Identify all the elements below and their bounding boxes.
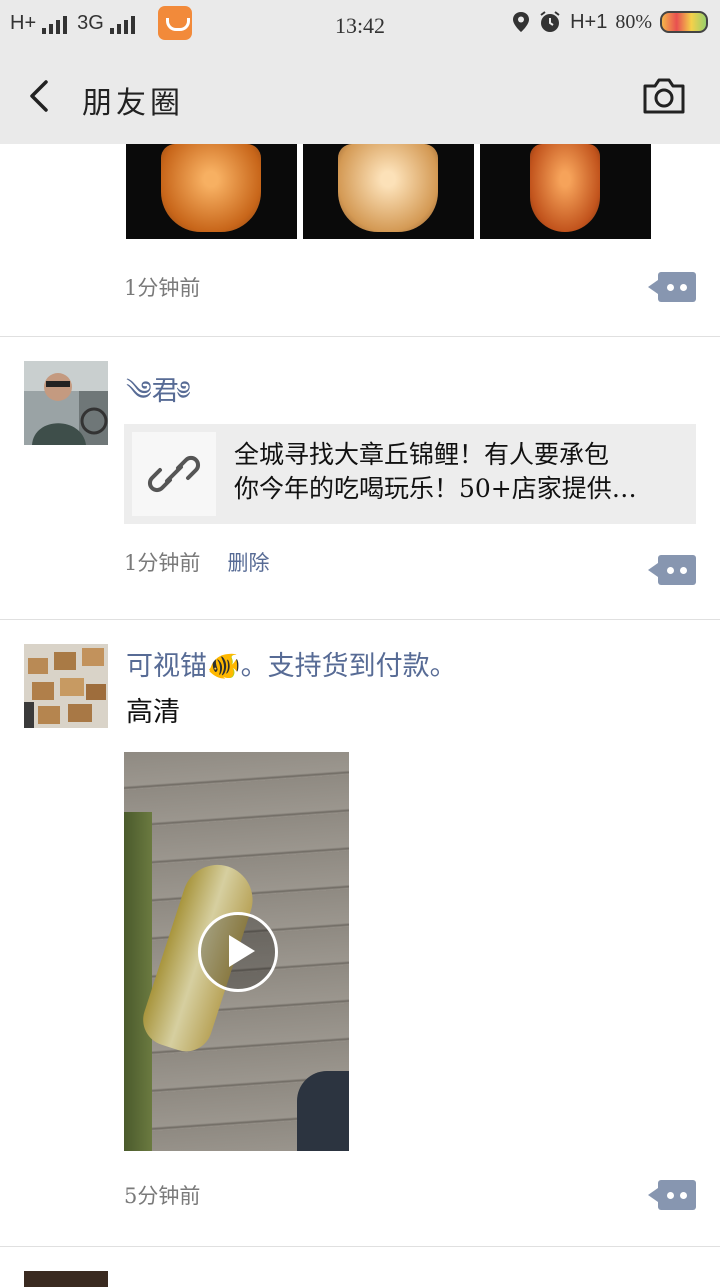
moments-feed[interactable]: 1分钟前 ༄君༅ 全城寻找大章丘锦鲤！有人要承包 你今年的吃喝玩乐！50+店家提… (0, 144, 720, 1287)
video-thumbnail[interactable] (124, 752, 349, 1151)
link-thumbnail (132, 432, 216, 516)
battery-percent: 80% (615, 10, 652, 33)
avatar[interactable] (24, 644, 108, 728)
avatar[interactable] (24, 361, 108, 445)
comment-dots-icon[interactable] (648, 555, 696, 585)
user-name[interactable]: 可视锚🐠。支持货到付款。 (126, 644, 457, 683)
status-bar: H+ 3G 13:42 H+1 80% (0, 0, 720, 50)
back-chevron-left-icon[interactable] (24, 78, 60, 114)
location-icon (513, 12, 530, 32)
moment-post: 可视锚🐠。支持货到付款。 高清 5分钟前 (0, 620, 720, 1247)
moment-post: ༄君༅ 全城寻找大章丘锦鲤！有人要承包 你今年的吃喝玩乐！50+店家提供… 1分… (0, 337, 720, 620)
nav-bar: 朋友圈 (0, 50, 720, 144)
post-meta: 1分钟前 (124, 272, 200, 302)
moment-post (0, 1247, 720, 1287)
post-meta: 5分钟前 (124, 1180, 200, 1210)
comment-dots-icon[interactable] (648, 272, 696, 302)
play-icon[interactable] (198, 912, 278, 992)
link-title: 全城寻找大章丘锦鲤！有人要承包 你今年的吃喝玩乐！50+店家提供… (234, 438, 684, 506)
link-icon (147, 455, 201, 493)
alarm-icon (540, 11, 560, 32)
post-image[interactable] (480, 144, 651, 239)
post-time: 1分钟前 (124, 276, 201, 300)
post-time: 1分钟前 (124, 551, 201, 575)
post-meta: 1分钟前 删除 (124, 547, 269, 577)
avatar[interactable] (24, 1271, 108, 1287)
camera-icon[interactable] (642, 76, 686, 116)
link-card[interactable]: 全城寻找大章丘锦鲤！有人要承包 你今年的吃喝玩乐！50+店家提供… (124, 424, 696, 524)
status-icons: H+1 80% (512, 10, 708, 34)
link-title-line-1: 全城寻找大章丘锦鲤！有人要承包 (234, 440, 610, 469)
link-title-line-2: 你今年的吃喝玩乐！50+店家提供… (234, 474, 637, 503)
moment-post: 1分钟前 (0, 144, 720, 337)
delete-link[interactable]: 删除 (227, 551, 269, 575)
comment-dots-icon[interactable] (648, 1180, 696, 1210)
post-time: 5分钟前 (124, 1184, 201, 1208)
post-image[interactable] (126, 144, 297, 239)
post-text: 高清 (126, 697, 180, 728)
network-type-3: H+1 (570, 10, 608, 33)
battery-icon (660, 11, 708, 33)
post-image[interactable] (303, 144, 474, 239)
page-title: 朋友圈 (82, 86, 184, 121)
image-grid (126, 144, 651, 239)
